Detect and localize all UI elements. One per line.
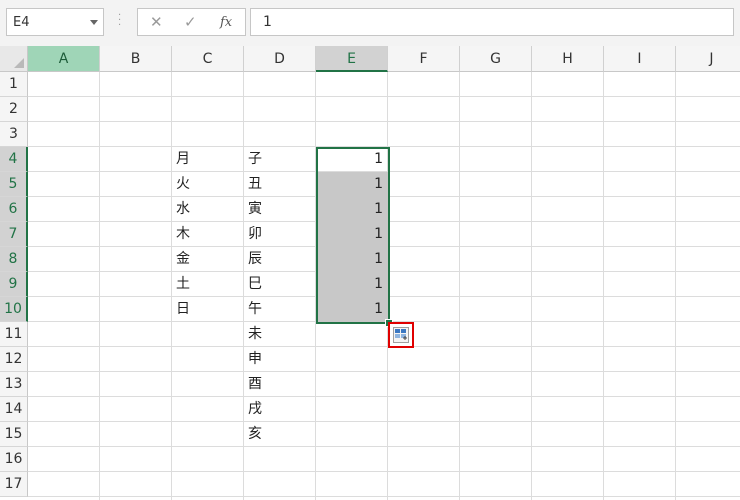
column-header-c[interactable]: C bbox=[172, 46, 244, 72]
cancel-icon[interactable]: ✕ bbox=[150, 13, 163, 31]
gridline-horizontal bbox=[28, 121, 740, 122]
cell-d11[interactable]: 未 bbox=[244, 322, 319, 347]
insert-function-icon[interactable]: fx bbox=[220, 15, 232, 30]
cell-c8[interactable]: 金 bbox=[172, 247, 247, 272]
row-header-1[interactable]: 1 bbox=[0, 72, 28, 97]
row-header-4[interactable]: 4 bbox=[0, 147, 28, 172]
row-header-2[interactable]: 2 bbox=[0, 97, 28, 122]
gridline-horizontal bbox=[28, 371, 740, 372]
cell-c4[interactable]: 月 bbox=[172, 147, 247, 172]
select-all-icon bbox=[14, 58, 24, 68]
row-header-8[interactable]: 8 bbox=[0, 247, 28, 272]
cell-c6[interactable]: 水 bbox=[172, 197, 247, 222]
cell-d13[interactable]: 酉 bbox=[244, 372, 319, 397]
cell-d5[interactable]: 丑 bbox=[244, 172, 319, 197]
row-header-12[interactable]: 12 bbox=[0, 347, 28, 372]
cell-d6[interactable]: 寅 bbox=[244, 197, 319, 222]
gridline-horizontal bbox=[28, 421, 740, 422]
row-header-13[interactable]: 13 bbox=[0, 372, 28, 397]
autofill-options-button[interactable] bbox=[388, 322, 414, 348]
row-header-17[interactable]: 17 bbox=[0, 472, 28, 497]
cell-d14[interactable]: 戌 bbox=[244, 397, 319, 422]
gridline-horizontal bbox=[28, 471, 740, 472]
gridline-vertical bbox=[459, 72, 460, 500]
row-header-14[interactable]: 14 bbox=[0, 397, 28, 422]
gridline-vertical bbox=[531, 72, 532, 500]
cell-c10[interactable]: 日 bbox=[172, 297, 247, 322]
row-header-5[interactable]: 5 bbox=[0, 172, 28, 197]
row-header-7[interactable]: 7 bbox=[0, 222, 28, 247]
row-header-3[interactable]: 3 bbox=[0, 122, 28, 147]
row-header-16[interactable]: 16 bbox=[0, 447, 28, 472]
column-header-e[interactable]: E bbox=[316, 46, 388, 72]
gridline-horizontal bbox=[28, 346, 740, 347]
row-header-9[interactable]: 9 bbox=[0, 272, 28, 297]
column-header-h[interactable]: H bbox=[532, 46, 604, 72]
cell-d4[interactable]: 子 bbox=[244, 147, 319, 172]
name-box[interactable]: E4 bbox=[6, 8, 104, 36]
chevron-down-icon[interactable] bbox=[90, 20, 98, 25]
name-box-value: E4 bbox=[13, 15, 30, 30]
gridline-vertical bbox=[603, 72, 604, 500]
select-all-button[interactable] bbox=[0, 46, 28, 72]
formula-input[interactable]: 1 bbox=[250, 8, 734, 36]
formula-value: 1 bbox=[263, 14, 272, 30]
cell-c9[interactable]: 土 bbox=[172, 272, 247, 297]
column-header-d[interactable]: D bbox=[244, 46, 316, 72]
gridline-horizontal bbox=[28, 496, 740, 497]
autofill-options-icon bbox=[393, 327, 409, 343]
cell-d10[interactable]: 午 bbox=[244, 297, 319, 322]
cell-c7[interactable]: 木 bbox=[172, 222, 247, 247]
cell-c5[interactable]: 火 bbox=[172, 172, 247, 197]
cell-d8[interactable]: 辰 bbox=[244, 247, 319, 272]
cell-d15[interactable]: 亥 bbox=[244, 422, 319, 447]
cell-d7[interactable]: 卯 bbox=[244, 222, 319, 247]
row-header-6[interactable]: 6 bbox=[0, 197, 28, 222]
column-header-a[interactable]: A bbox=[28, 46, 100, 72]
formula-buttons: ✕ ✓ fx bbox=[137, 8, 246, 36]
column-header-g[interactable]: G bbox=[460, 46, 532, 72]
gridline-vertical bbox=[675, 72, 676, 500]
spreadsheet-grid: ABCDEFGHIJ 1 2 3 4 5 6 7 8 9 10 11 12 13 14 15 16 17 月火水… bbox=[0, 46, 740, 500]
row-header-10[interactable]: 10 bbox=[0, 297, 28, 322]
cell-d12[interactable]: 申 bbox=[244, 347, 319, 372]
column-header-f[interactable]: F bbox=[388, 46, 460, 72]
column-header-j[interactable]: J bbox=[676, 46, 740, 72]
formula-bar: E4 · · · ✕ ✓ fx 1 bbox=[0, 0, 740, 46]
cell-d9[interactable]: 巳 bbox=[244, 272, 319, 297]
row-header-15[interactable]: 15 bbox=[0, 422, 28, 447]
more-options-icon: · · · bbox=[118, 10, 122, 31]
gridline-vertical bbox=[99, 72, 100, 500]
selection-border bbox=[316, 147, 390, 324]
gridline-horizontal bbox=[28, 96, 740, 97]
enter-icon[interactable]: ✓ bbox=[184, 13, 197, 31]
row-header-11[interactable]: 11 bbox=[0, 322, 28, 347]
column-header-i[interactable]: I bbox=[604, 46, 676, 72]
gridline-horizontal bbox=[28, 446, 740, 447]
gridline-horizontal bbox=[28, 396, 740, 397]
column-header-b[interactable]: B bbox=[100, 46, 172, 72]
